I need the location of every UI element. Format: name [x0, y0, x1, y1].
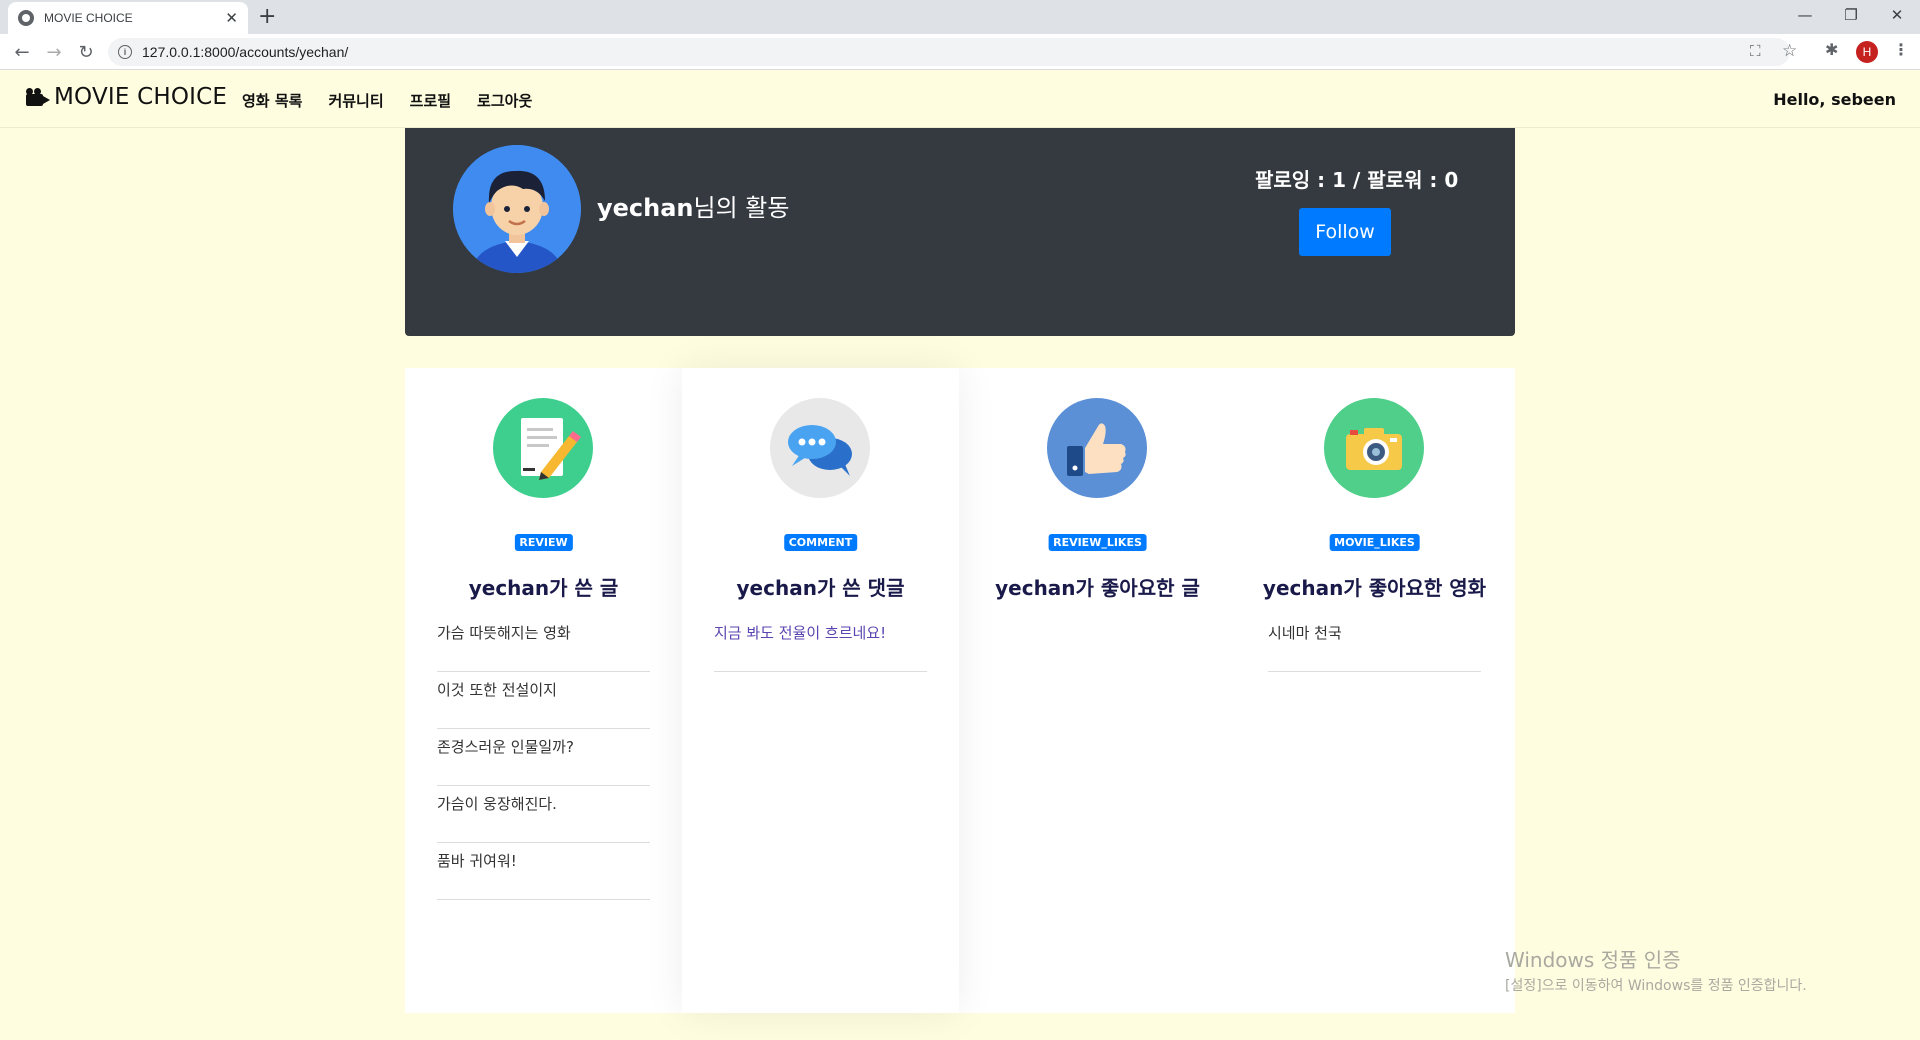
watermark-title: Windows 정품 인증 [1505, 948, 1681, 972]
review-likes-column: REVIEW_LIKES yechan가 좋아요한 글 [959, 368, 1236, 1013]
nav-link-logout[interactable]: 로그아웃 [477, 90, 532, 111]
profile-activity-label: 님의 활동 [693, 194, 790, 222]
person-avatar-icon [453, 145, 581, 273]
browser-toolbar: ← → ↻ i 127.0.0.1:8000/accounts/yechan/ … [0, 34, 1920, 70]
forward-arrow-icon[interactable]: → [40, 38, 68, 66]
url-text: 127.0.0.1:8000/accounts/yechan/ [142, 44, 349, 60]
comment-list: 지금 봐도 전율이 흐르네요! [714, 615, 927, 672]
nav-link-profile[interactable]: 프로필 [410, 90, 451, 111]
user-greeting: Hello, sebeen [1773, 90, 1896, 109]
bookmark-star-icon[interactable]: ☆ [1782, 41, 1797, 61]
windows-activation-watermark: Windows 정품 인증 [설정]으로 이동하여 Windows를 정품 인증… [1505, 944, 1807, 995]
site-info-icon[interactable]: i [118, 45, 132, 59]
browser-profile-avatar[interactable]: H [1856, 41, 1878, 63]
list-item[interactable]: 가슴이 웅장해진다. [437, 786, 650, 843]
new-tab-button[interactable]: + [258, 3, 276, 31]
column-title: yechan가 좋아요한 영화 [1262, 576, 1487, 600]
movie-likes-list: 시네마 천국 [1268, 615, 1481, 672]
column-title: yechan가 쓴 글 [468, 576, 619, 600]
tab-close-icon[interactable]: ✕ [225, 9, 238, 27]
comment-column: COMMENT yechan가 쓴 댓글 지금 봐도 전율이 흐르네요! [682, 368, 959, 1013]
follow-button[interactable]: Follow [1299, 208, 1391, 256]
column-badge: REVIEW [514, 534, 573, 551]
thumbs-up-icon [1047, 398, 1147, 498]
activity-section: REVIEW yechan가 쓴 글 가슴 따뜻해지는 영화 이것 또한 전설이… [405, 368, 1515, 1013]
column-title: yechan가 좋아요한 글 [995, 576, 1200, 600]
browser-tab[interactable]: MOVIE CHOICE ✕ [8, 2, 248, 34]
nav-link-movie-list[interactable]: 영화 목록 [242, 90, 302, 111]
column-title: yechan가 쓴 댓글 [736, 576, 905, 600]
window-controls: — ❐ ✕ [1782, 0, 1920, 30]
site-navbar: MOVIE CHOICE 영화 목록 커뮤니티 프로필 로그아웃 Hello, … [0, 70, 1920, 128]
brand-name: MOVIE CHOICE [54, 84, 228, 110]
follow-stats: 팔로잉 : 1 / 팔로워 : 0 [1255, 168, 1459, 192]
watermark-subtitle: [설정]으로 이동하여 Windows를 정품 인증합니다. [1505, 978, 1807, 994]
list-item[interactable]: 시네마 천국 [1268, 615, 1481, 672]
browser-menu-icon[interactable]: ⋮ [1893, 40, 1909, 59]
review-list: 가슴 따뜻해지는 영화 이것 또한 전설이지 존경스러운 인물일까? 가슴이 웅… [437, 615, 650, 900]
list-item[interactable]: 가슴 따뜻해지는 영화 [437, 615, 650, 672]
tab-title: MOVIE CHOICE [44, 11, 133, 25]
nav-link-community[interactable]: 커뮤니티 [328, 90, 383, 111]
list-item[interactable]: 지금 봐도 전율이 흐르네요! [714, 615, 927, 672]
browser-tab-bar: MOVIE CHOICE ✕ + — ❐ ✕ [0, 0, 1920, 34]
globe-icon [18, 10, 34, 26]
chat-bubbles-icon [770, 398, 870, 498]
nav-links: 영화 목록 커뮤니티 프로필 로그아웃 [242, 90, 532, 111]
list-item[interactable]: 존경스러운 인물일까? [437, 729, 650, 786]
user-avatar [453, 145, 581, 273]
camera-icon [1324, 398, 1424, 498]
restore-icon[interactable]: ❐ [1828, 0, 1874, 30]
review-column: REVIEW yechan가 쓴 글 가슴 따뜻해지는 영화 이것 또한 전설이… [405, 368, 682, 1013]
movie-likes-column: MOVIE_LIKES yechan가 좋아요한 영화 시네마 천국 [1236, 368, 1513, 1013]
extensions-puzzle-icon[interactable]: ✱ [1825, 40, 1838, 59]
notepad-pencil-icon [493, 398, 593, 498]
close-window-icon[interactable]: ✕ [1874, 0, 1920, 30]
column-badge: REVIEW_LIKES [1048, 534, 1147, 551]
column-badge: COMMENT [783, 534, 858, 551]
list-item[interactable]: 품바 귀여워! [437, 843, 650, 900]
translate-icon[interactable]: ⛶ [1750, 42, 1761, 60]
brand-link[interactable]: MOVIE CHOICE [26, 84, 227, 110]
movie-camera-icon [26, 88, 50, 106]
profile-username: yechan [597, 194, 694, 222]
column-badge: MOVIE_LIKES [1329, 534, 1420, 551]
reload-icon[interactable]: ↻ [72, 38, 100, 66]
minimize-icon[interactable]: — [1782, 0, 1828, 30]
profile-title: yechan님의 활동 [597, 188, 789, 223]
profile-header: yechan님의 활동 팔로잉 : 1 / 팔로워 : 0 Follow [405, 128, 1515, 336]
back-arrow-icon[interactable]: ← [8, 38, 36, 66]
address-bar[interactable]: i 127.0.0.1:8000/accounts/yechan/ ⛶ ☆ [108, 38, 1797, 66]
list-item[interactable]: 이것 또한 전설이지 [437, 672, 650, 729]
